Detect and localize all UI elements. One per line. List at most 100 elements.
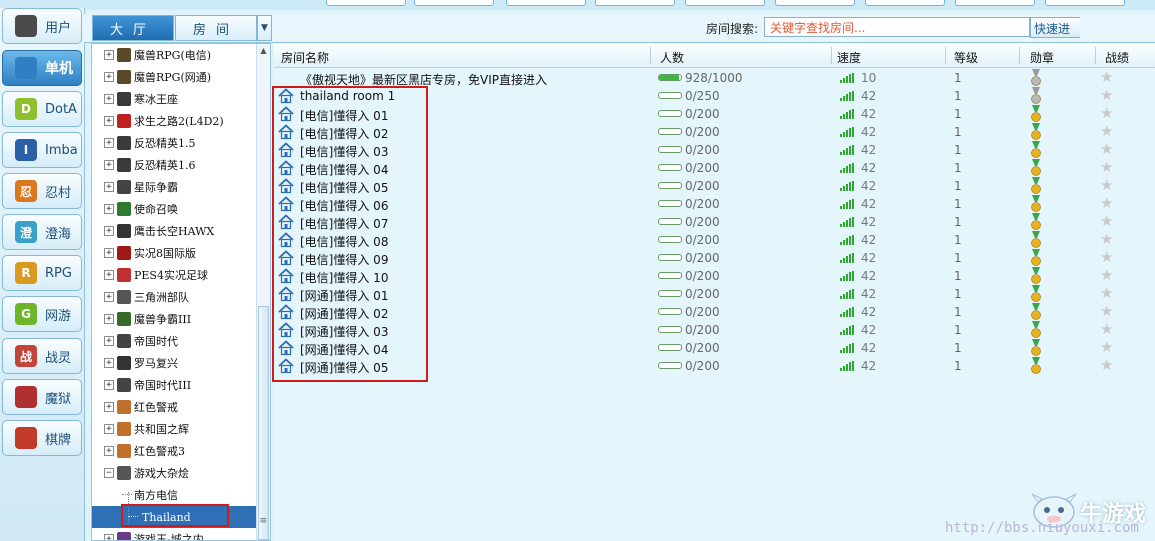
tree-node[interactable]: + 共和国之辉 <box>92 418 258 440</box>
tree-node[interactable]: + 星际争霸 <box>92 176 258 198</box>
rpg-icon: R <box>15 262 37 284</box>
column-divider[interactable] <box>1019 47 1020 64</box>
col-record[interactable]: 战绩 <box>1105 49 1129 66</box>
col-medal[interactable]: 勋章 <box>1030 49 1054 66</box>
sidebar-item-imba[interactable]: I Imba <box>2 132 82 168</box>
tree-node[interactable]: + 求生之路2(L4D2) <box>92 110 258 132</box>
expand-icon[interactable]: + <box>104 116 114 126</box>
sidebar-item-war-spirit[interactable]: 战战灵 <box>2 338 82 374</box>
quick-join-button[interactable]: 快速进 <box>1030 17 1080 38</box>
tree-node[interactable]: + 魔兽RPG(网通) <box>92 66 258 88</box>
sidebar-item-user[interactable]: 用户 <box>2 8 82 44</box>
room-speed: 42 <box>861 233 877 247</box>
game-medley-icon <box>117 466 131 480</box>
sidebar-item-dota[interactable]: D DotA <box>2 91 82 127</box>
column-divider[interactable] <box>1095 47 1096 64</box>
expand-icon[interactable]: + <box>104 138 114 148</box>
top-toolbar-button[interactable] <box>595 0 675 6</box>
gold-medal-icon <box>1031 231 1041 248</box>
expand-icon[interactable]: + <box>104 534 114 540</box>
expand-icon[interactable]: + <box>104 336 114 346</box>
tree-node[interactable]: + 反恐精英1.5 <box>92 132 258 154</box>
tree-node[interactable]: + 寒冰王座 <box>92 88 258 110</box>
column-divider[interactable] <box>831 47 832 64</box>
column-divider[interactable] <box>650 47 651 64</box>
expand-icon[interactable]: + <box>104 248 114 258</box>
tree-node[interactable]: + 三角洲部队 <box>92 286 258 308</box>
sidebar-item-single-player[interactable]: 单机 <box>2 50 82 86</box>
expand-icon[interactable]: + <box>104 424 114 434</box>
sidebar-item-rpg[interactable]: R RPG <box>2 255 82 291</box>
expand-icon[interactable]: + <box>104 314 114 324</box>
sidebar-item-online-game[interactable]: G 网游 <box>2 296 82 332</box>
expand-icon[interactable]: + <box>104 380 114 390</box>
tree-scrollbar[interactable]: ▲ ≡ <box>256 44 270 540</box>
sidebar-item-cards[interactable]: 棋牌 <box>2 420 82 456</box>
record-star-icon: ★ <box>1100 212 1114 230</box>
tree-node[interactable]: + 红色警戒 <box>92 396 258 418</box>
sidebar-item-label: 棋牌 <box>45 432 72 448</box>
sidebar-item-label: DotA <box>45 101 77 117</box>
top-toolbar-button[interactable] <box>685 0 765 6</box>
tree-node[interactable]: + 罗马复兴 <box>92 352 258 374</box>
col-speed[interactable]: 速度 <box>837 49 861 66</box>
table-row[interactable]: 《傲视天地》最新区黑店专房，免VIP直接进入 928/1000 10 1 ★ <box>274 69 1155 87</box>
expand-icon[interactable]: + <box>104 94 114 104</box>
sidebar-item-demon-prison[interactable]: 魔狱 <box>2 379 82 415</box>
room-search-input[interactable] <box>764 17 1030 37</box>
tree-node[interactable]: + 帝国时代III <box>92 374 258 396</box>
col-room-name[interactable]: 房间名称 <box>281 49 329 66</box>
top-toolbar-button[interactable] <box>955 0 1035 6</box>
tree-node[interactable]: + PES4实况足球 <box>92 264 258 286</box>
col-level[interactable]: 等级 <box>954 49 978 66</box>
tree-node[interactable]: + 鹰击长空HAWX <box>92 220 258 242</box>
tree-node[interactable]: + 红色警戒3 <box>92 440 258 462</box>
top-toolbar-button[interactable] <box>775 0 855 6</box>
expand-icon[interactable]: + <box>104 160 114 170</box>
tree-node[interactable]: + 游戏王-城之内 <box>92 528 258 540</box>
tab-hall[interactable]: 大厅 <box>92 15 174 41</box>
tree-child[interactable]: 南方电信 <box>122 484 258 506</box>
sidebar-item-chenghai[interactable]: 澄澄海 <box>2 214 82 250</box>
top-toolbar-button[interactable] <box>1045 0 1125 6</box>
top-toolbar-button[interactable] <box>506 0 586 6</box>
warcraft-rpg-icon <box>117 48 131 62</box>
expand-icon[interactable]: + <box>104 226 114 236</box>
online-game-icon: G <box>15 303 37 325</box>
col-players[interactable]: 人数 <box>660 49 684 66</box>
tree-connector-line <box>122 494 132 495</box>
expand-icon[interactable]: + <box>104 292 114 302</box>
tree-node-label: 罗马复兴 <box>134 357 178 370</box>
expand-icon[interactable]: + <box>104 204 114 214</box>
sidebar-item-ninja-village[interactable]: 忍忍村 <box>2 173 82 209</box>
expand-icon[interactable]: + <box>104 182 114 192</box>
tree-node[interactable]: + 使命召唤 <box>92 198 258 220</box>
expand-icon[interactable]: + <box>104 358 114 368</box>
gold-medal-icon <box>1031 159 1041 176</box>
scrollbar-thumb[interactable] <box>258 306 269 540</box>
occupancy-bar <box>658 326 682 333</box>
expand-icon[interactable]: + <box>104 72 114 82</box>
top-toolbar-button[interactable] <box>865 0 945 6</box>
player-count: 0/200 <box>685 359 720 373</box>
expand-icon[interactable]: + <box>104 446 114 456</box>
top-toolbar-button[interactable] <box>326 0 406 6</box>
expand-icon[interactable]: + <box>104 402 114 412</box>
expand-icon[interactable]: + <box>104 50 114 60</box>
chevron-down-icon[interactable]: ▼ <box>257 15 272 41</box>
tree-node[interactable]: + 魔兽RPG(电信) <box>92 44 258 66</box>
tree-node[interactable]: − 游戏大杂烩 <box>92 462 258 484</box>
tab-room[interactable]: 房间 <box>175 15 257 41</box>
tree-node[interactable]: + 魔兽争霸III <box>92 308 258 330</box>
scroll-grip-icon: ≡ <box>259 516 267 526</box>
tree-node[interactable]: + 反恐精英1.6 <box>92 154 258 176</box>
expand-icon[interactable]: + <box>104 270 114 280</box>
room-speed: 42 <box>861 305 877 319</box>
collapse-icon[interactable]: − <box>104 468 114 478</box>
scroll-up-icon[interactable]: ▲ <box>257 44 270 58</box>
room-level: 1 <box>954 269 962 283</box>
tree-node[interactable]: + 实况8国际版 <box>92 242 258 264</box>
column-divider[interactable] <box>945 47 946 64</box>
top-toolbar-button[interactable] <box>414 0 494 6</box>
tree-node[interactable]: + 帝国时代 <box>92 330 258 352</box>
